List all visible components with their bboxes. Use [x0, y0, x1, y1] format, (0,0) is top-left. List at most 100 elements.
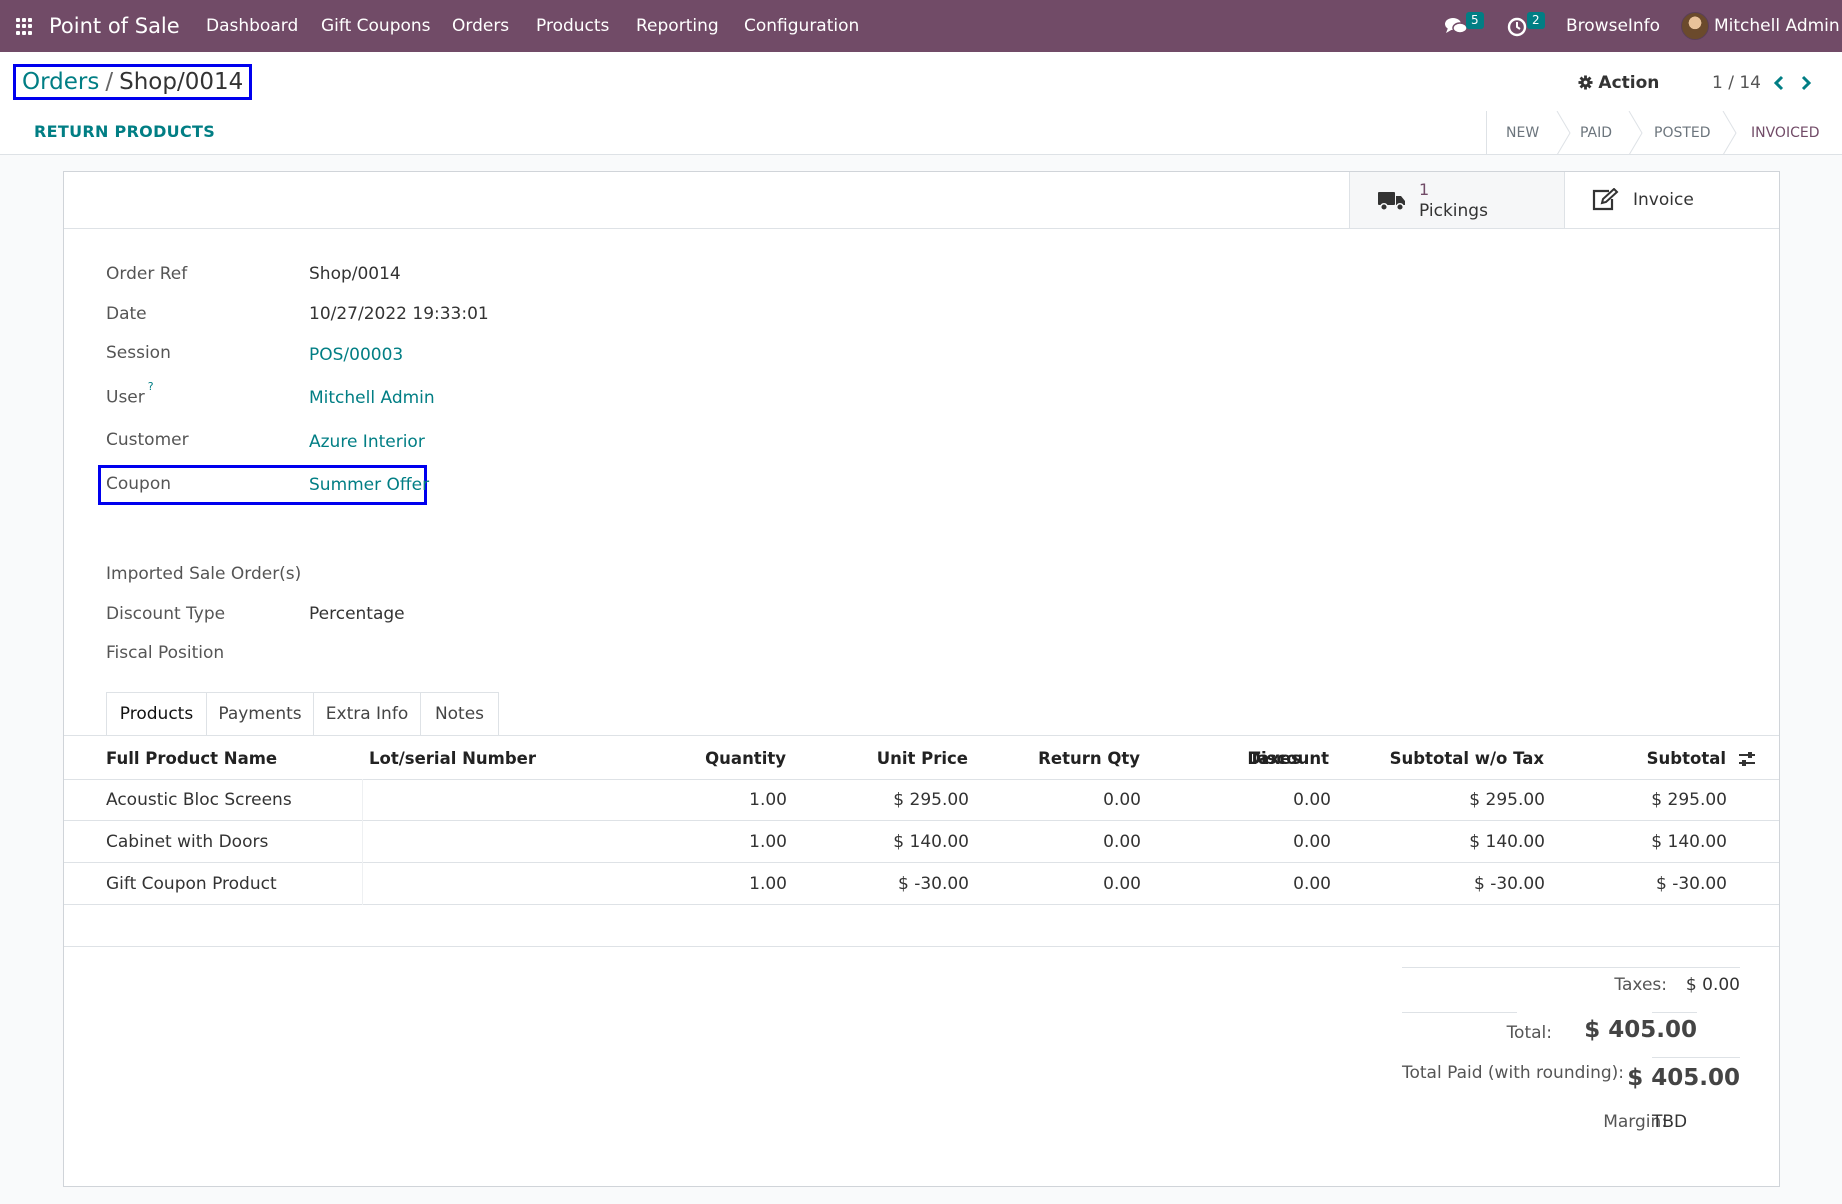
breadcrumb: Orders / Shop/0014	[13, 64, 253, 100]
table-row[interactable]: Cabinet with Doors 1.00 $ 140.00 0.00 0.…	[64, 821, 1779, 863]
app-grid-icon[interactable]	[16, 18, 33, 35]
totals-top-rule	[1402, 967, 1740, 968]
cell-subtotal-wo-tax: $ 295.00	[1469, 790, 1545, 810]
cell-subtotal-wo-tax: $ -30.00	[1473, 874, 1545, 894]
user-help-icon[interactable]: ?	[148, 380, 154, 393]
truck-icon	[1378, 192, 1405, 212]
stage-arrow-icon	[1628, 111, 1643, 155]
activities-badge: 2	[1527, 12, 1545, 29]
col-discount[interactable]: Discount	[1154, 736, 1329, 781]
tab-products[interactable]: Products	[106, 692, 207, 736]
menu-reporting[interactable]: Reporting	[636, 0, 719, 52]
taxes-label: Taxes:	[1614, 975, 1667, 995]
messages-badge: 5	[1466, 12, 1484, 29]
user-menu[interactable]: Mitchell Admin	[1714, 0, 1840, 52]
app-name[interactable]: Point of Sale	[49, 0, 180, 52]
breadcrumb-current: Shop/0014	[119, 69, 244, 95]
user-link[interactable]: Mitchell Admin	[309, 388, 435, 408]
table-row[interactable]: Acoustic Bloc Screens 1.00 $ 295.00 0.00…	[64, 779, 1779, 821]
cell-subtotal: $ -30.00	[1655, 874, 1727, 894]
action-button[interactable]: Action	[1578, 68, 1659, 98]
cell-discount: 0.00	[1293, 832, 1331, 852]
cell-product: Gift Coupon Product	[106, 874, 277, 894]
breadcrumb-separator: /	[105, 69, 114, 95]
cell-quantity: 1.00	[749, 790, 787, 810]
session-link[interactable]: POS/00003	[309, 345, 403, 365]
customer-label: Customer	[106, 430, 189, 450]
clock-icon[interactable]	[1507, 17, 1527, 37]
user-avatar[interactable]	[1681, 12, 1709, 40]
breadcrumb-orders[interactable]: Orders	[22, 69, 99, 95]
lot-cell	[362, 821, 363, 863]
statusbar-border	[1486, 111, 1487, 155]
discount-type-label: Discount Type	[106, 604, 226, 624]
col-quantity[interactable]: Quantity	[624, 736, 786, 781]
cell-unit-price: $ -30.00	[897, 874, 969, 894]
menu-orders[interactable]: Orders	[452, 0, 509, 52]
user-label-text: User	[106, 387, 145, 408]
order-ref-label: Order Ref	[106, 264, 188, 284]
top-navbar: Point of Sale Dashboard Gift Coupons Ord…	[0, 0, 1842, 52]
paid-rule	[1652, 1057, 1740, 1058]
action-label: Action	[1598, 73, 1660, 93]
table-row[interactable]: Gift Coupon Product 1.00 $ -30.00 0.00 0…	[64, 863, 1779, 905]
gear-icon	[1578, 75, 1593, 90]
coupon-link[interactable]: Summer Offer	[309, 475, 429, 495]
discount-type-value: Percentage	[309, 604, 405, 624]
invoice-smart-button[interactable]: Invoice	[1564, 172, 1779, 228]
stage-invoiced[interactable]: INVOICED	[1751, 111, 1819, 155]
stage-arrow-icon	[1722, 111, 1737, 155]
menu-configuration[interactable]: Configuration	[744, 0, 859, 52]
pickings-smart-button[interactable]: 1 Pickings	[1349, 172, 1564, 228]
return-products-button[interactable]: RETURN PRODUCTS	[34, 122, 215, 141]
stage-posted[interactable]: POSTED	[1654, 111, 1711, 155]
col-subtotal[interactable]: Subtotal	[1564, 736, 1726, 781]
col-lot-serial[interactable]: Lot/serial Number	[369, 736, 536, 781]
pickings-count: 1	[1419, 180, 1430, 199]
pickings-label: Pickings	[1419, 201, 1488, 221]
cell-return-qty: 0.00	[1103, 832, 1141, 852]
cell-unit-price: $ 295.00	[893, 790, 969, 810]
col-full-product-name[interactable]: Full Product Name	[106, 736, 277, 781]
cell-return-qty: 0.00	[1103, 874, 1141, 894]
menu-products[interactable]: Products	[536, 0, 609, 52]
control-panel: Orders / Shop/0014 Action 1 / 14 RETURN PR…	[0, 52, 1842, 155]
customer-link[interactable]: Azure Interior	[309, 432, 425, 452]
total-label: Total:	[1506, 1023, 1552, 1043]
smart-button-row: 1 Pickings Invoice	[64, 172, 1779, 229]
menu-gift-coupons[interactable]: Gift Coupons	[321, 0, 431, 52]
imported-sale-orders-label: Imported Sale Order(s)	[106, 564, 302, 584]
col-unit-price[interactable]: Unit Price	[814, 736, 968, 781]
tab-notes[interactable]: Notes	[420, 692, 499, 736]
company-switcher[interactable]: BrowseInfo	[1566, 0, 1660, 52]
tab-extra-info[interactable]: Extra Info	[313, 692, 421, 736]
col-subtotal-wo-tax[interactable]: Subtotal w/o Tax	[1364, 736, 1544, 781]
total-rule-left	[1402, 1012, 1517, 1013]
chat-icon[interactable]	[1444, 16, 1468, 38]
session-label: Session	[106, 343, 171, 363]
pager-previous-icon[interactable]	[1769, 68, 1789, 98]
cell-quantity: 1.00	[749, 874, 787, 894]
margin-value: TBD	[1652, 1112, 1688, 1132]
table-header: Full Product Name Lot/serial Number Quan…	[64, 735, 1779, 780]
stage-paid[interactable]: PAID	[1580, 111, 1612, 155]
pager-value[interactable]: 1 / 14	[1712, 68, 1761, 98]
form-sheet: 1 Pickings Invoice Order Ref Shop/0014 D…	[63, 171, 1780, 1187]
total-value: $ 405.00	[1584, 1017, 1697, 1043]
col-taxes[interactable]: Taxes	[1249, 736, 1301, 781]
totals-separator	[64, 946, 1779, 947]
lot-cell	[362, 863, 363, 905]
lot-cell	[362, 779, 363, 821]
tab-payments[interactable]: Payments	[206, 692, 314, 736]
optional-columns-icon[interactable]	[1738, 750, 1756, 768]
user-label: User?	[106, 380, 154, 408]
col-return-qty[interactable]: Return Qty	[974, 736, 1140, 781]
cell-subtotal: $ 140.00	[1651, 832, 1727, 852]
stage-new[interactable]: NEW	[1506, 111, 1539, 155]
cell-product: Acoustic Bloc Screens	[106, 790, 292, 810]
margin-label: Margin:	[1603, 1112, 1667, 1132]
menu-dashboard[interactable]: Dashboard	[206, 0, 298, 52]
cell-discount: 0.00	[1293, 790, 1331, 810]
fiscal-position-label: Fiscal Position	[106, 643, 225, 663]
pager-next-icon[interactable]	[1796, 68, 1816, 98]
